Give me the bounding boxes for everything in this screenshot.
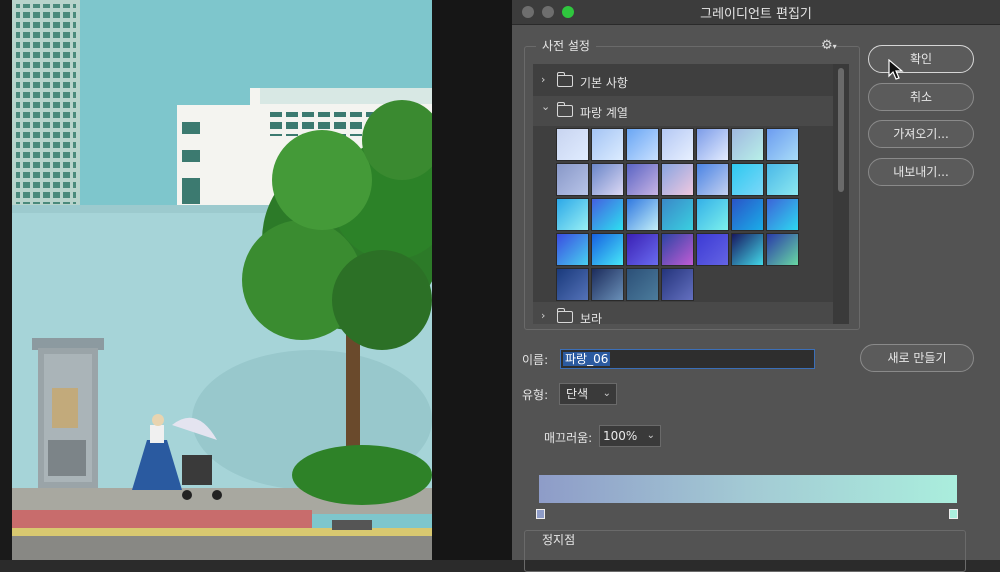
workspace-gap [432,0,512,560]
import-button[interactable]: 가져오기... [868,120,974,148]
gradient-swatch[interactable] [766,128,799,161]
name-value: 파랑_06 [563,352,611,366]
folder-icon [556,72,573,87]
gradient-swatch[interactable] [766,198,799,231]
gradient-swatch[interactable] [731,128,764,161]
presets-list[interactable]: › 기본 사항 ⌄ 파랑 계열 › 보라 [533,64,849,324]
presets-scrollbar[interactable] [833,64,849,324]
gradient-swatch[interactable] [556,163,589,196]
chevron-right-icon: › [541,309,546,322]
type-value: 단색 [566,387,589,401]
gradient-swatch[interactable] [626,268,659,301]
type-label: 유형: [522,388,549,402]
chevron-right-icon: › [541,73,546,86]
gradient-swatch[interactable] [696,163,729,196]
gradient-swatch[interactable] [731,198,764,231]
gradient-swatch[interactable] [556,268,589,301]
chevron-down-icon: ⌄ [541,100,551,113]
gradient-swatch[interactable] [626,233,659,266]
gradient-swatch[interactable] [661,198,694,231]
gradient-swatch[interactable] [626,128,659,161]
gradient-swatch[interactable] [626,163,659,196]
dialog-title: 그레이디언트 편집기 [700,7,812,22]
folder-basics[interactable]: › 기본 사항 [533,66,833,96]
smoothness-label: 매끄러움: [544,431,593,445]
right-color-stop[interactable] [949,509,958,519]
mouse-cursor-icon [888,59,904,80]
gradient-swatch[interactable] [731,163,764,196]
gradient-swatch[interactable] [556,128,589,161]
type-select[interactable]: 단색 ⌄ [559,383,617,405]
folder-purple[interactable]: › 보라 [533,302,833,324]
gradient-swatch[interactable] [766,233,799,266]
gradient-swatch[interactable] [661,128,694,161]
folder-icon [556,308,573,323]
gradient-swatch[interactable] [661,268,694,301]
gradient-swatch[interactable] [696,128,729,161]
gradient-swatch[interactable] [696,233,729,266]
gradient-editor-dialog: 그레이디언트 편집기 사전 설정 ⚙▾ › 기본 사항 ⌄ 파랑 계열 › 보라… [512,0,1000,572]
title-bar: 그레이디언트 편집기 [512,0,1000,25]
canvas-photo [12,0,432,560]
gradient-swatch[interactable] [731,233,764,266]
export-button[interactable]: 내보내기... [868,158,974,186]
smoothness-select[interactable]: 100% ⌄ [599,425,661,447]
smoothness-value: 100% [603,429,638,443]
gradient-swatch[interactable] [591,163,624,196]
gear-icon[interactable]: ⚙▾ [821,38,837,53]
name-input[interactable]: 파랑_06 [560,349,815,369]
gradient-swatch[interactable] [591,128,624,161]
ok-button[interactable]: 확인 [868,45,974,73]
chevron-down-icon: ⌄ [646,430,655,441]
gradient-swatch[interactable] [626,198,659,231]
cancel-button[interactable]: 취소 [868,83,974,111]
folder-label: 기본 사항 [580,76,628,90]
folder-label: 보라 [580,312,603,324]
stops-label: 정지점 [536,531,582,548]
gradient-swatch[interactable] [696,198,729,231]
new-button[interactable]: 새로 만들기 [860,344,974,372]
gradient-swatch[interactable] [661,233,694,266]
folder-label: 파랑 계열 [580,106,628,120]
open-folder-icon [556,102,573,117]
gradient-swatch[interactable] [661,163,694,196]
gradient-swatch[interactable] [591,233,624,266]
gradient-preview-bar[interactable] [539,475,957,503]
chevron-down-icon: ⌄ [602,388,611,399]
gradient-swatch[interactable] [766,163,799,196]
left-edge [0,0,12,560]
stops-group [524,530,966,572]
gradient-swatch[interactable] [591,268,624,301]
name-label: 이름: [522,353,549,367]
gradient-swatch[interactable] [591,198,624,231]
gradient-swatch[interactable] [556,233,589,266]
scrollbar-thumb[interactable] [838,68,844,192]
presets-label: 사전 설정 [536,37,596,54]
left-color-stop[interactable] [536,509,545,519]
gradient-swatch[interactable] [556,198,589,231]
folder-blues[interactable]: ⌄ 파랑 계열 [533,96,833,126]
